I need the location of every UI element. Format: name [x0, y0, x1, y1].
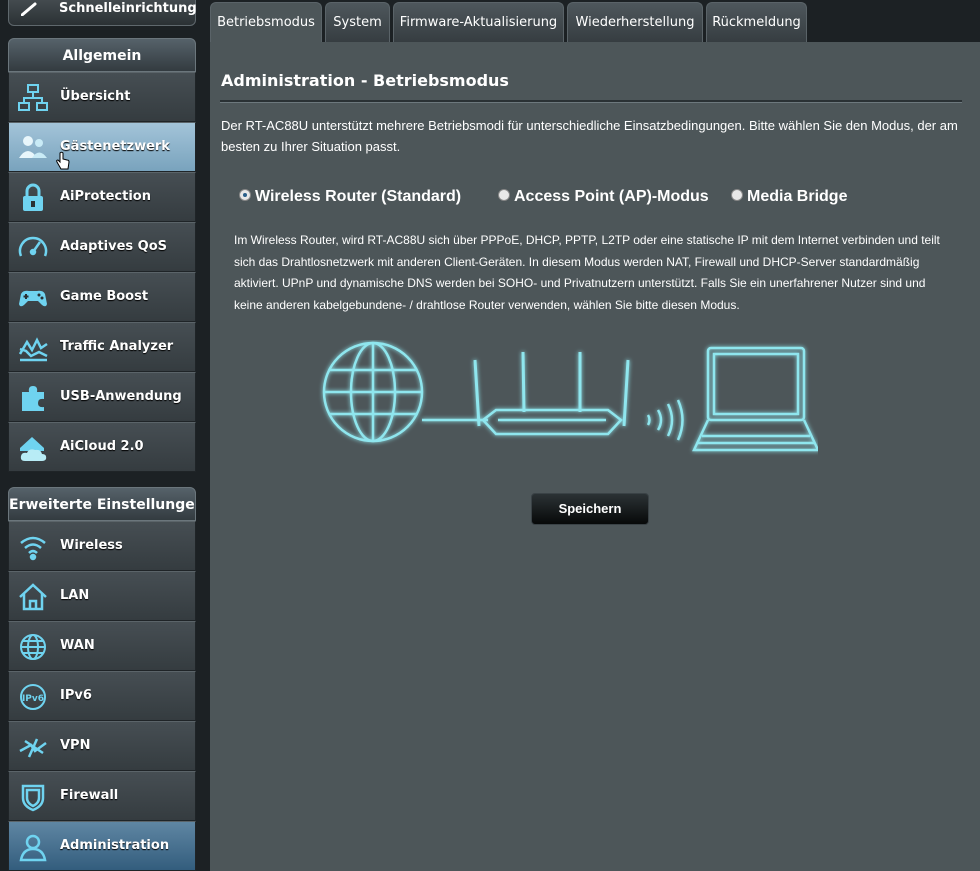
sidebar-item-label: Firewall	[60, 788, 119, 803]
sidebar-item-vpn[interactable]: VPN	[8, 721, 196, 771]
sidebar-item-lan[interactable]: LAN	[8, 571, 196, 621]
sidebar-item-label: AiProtection	[60, 189, 151, 204]
ipv6-icon: IPv6	[17, 681, 49, 713]
mode-media-bridge-option[interactable]: Media Bridge	[731, 188, 847, 212]
sidebar-item-overview[interactable]: Übersicht	[8, 72, 196, 122]
sidebar-item-label: Adaptives QoS	[60, 239, 168, 254]
sidebar-item-administration[interactable]: Administration	[8, 821, 196, 871]
sidebar-item-usb-application[interactable]: USB-Anwendung	[8, 372, 196, 422]
mode-label: Access Point (AP)-Modus	[514, 188, 709, 205]
traffic-analyzer-icon	[17, 332, 49, 364]
title-divider	[220, 100, 962, 103]
media-bridge-radio[interactable]	[731, 188, 743, 201]
sidebar-item-label: VPN	[60, 738, 91, 753]
tab-operation-mode[interactable]: Betriebsmodus	[210, 2, 322, 42]
sidebar-item-ipv6[interactable]: IPv6 IPv6	[8, 671, 196, 721]
sidebar-item-aicloud[interactable]: AiCloud 2.0	[8, 422, 196, 472]
cloud-home-icon	[17, 432, 49, 464]
sidebar-item-game-boost[interactable]: Game Boost	[8, 272, 196, 322]
mode-label: Media Bridge	[747, 188, 848, 205]
mode-access-point-option[interactable]: Access Point (AP)-Modus	[498, 188, 709, 212]
sidebar-item-adaptive-qos[interactable]: Adaptives QoS	[8, 222, 196, 272]
main-panel: Administration - Betriebsmodus Der RT-AC…	[210, 42, 980, 871]
wifi-icon	[17, 531, 49, 563]
sidebar-item-label: Gästenetzwerk	[60, 139, 170, 154]
page-title: Administration - Betriebsmodus	[221, 71, 509, 90]
globe-icon	[17, 631, 49, 663]
tab-restore[interactable]: Wiederherstellung	[567, 2, 703, 42]
speedometer-icon	[17, 232, 49, 264]
wand-icon	[20, 1, 39, 20]
general-menu: Allgemein Übersicht Gästenetzwerk AiProt…	[8, 38, 196, 472]
svg-text:IPv6: IPv6	[22, 694, 44, 704]
sidebar-item-label: Traffic Analyzer	[60, 339, 174, 354]
save-button[interactable]: Speichern	[531, 493, 649, 525]
access-point-radio[interactable]	[498, 188, 510, 201]
sidebar-item-wan[interactable]: WAN	[8, 621, 196, 671]
user-icon	[17, 831, 49, 863]
tab-feedback[interactable]: Rückmeldung	[706, 2, 807, 42]
sidebar-item-wireless[interactable]: Wireless	[8, 521, 196, 571]
mode-wireless-router-option[interactable]: Wireless Router (Standard)	[239, 188, 461, 212]
lock-icon	[17, 182, 49, 214]
network-map-icon	[17, 82, 49, 114]
wifi-signal-icon	[646, 399, 684, 441]
guest-network-icon	[17, 132, 49, 164]
router-mode-illustration	[318, 340, 820, 464]
vpn-icon	[17, 731, 49, 763]
quick-setup-label: Schnelleinrichtung	[59, 1, 197, 16]
sidebar-item-traffic-analyzer[interactable]: Traffic Analyzer	[8, 322, 196, 372]
sidebar-item-label: AiCloud 2.0	[60, 439, 144, 454]
laptop-icon	[692, 346, 820, 452]
router-icon	[473, 351, 630, 436]
sidebar-item-guest-network[interactable]: Gästenetzwerk	[8, 122, 196, 172]
sidebar-item-label: Administration	[60, 838, 170, 853]
sidebar-item-label: LAN	[60, 588, 90, 603]
quick-setup-button[interactable]: Schnelleinrichtung	[8, 0, 197, 26]
gamepad-icon	[17, 282, 49, 314]
intro-text: Der RT-AC88U unterstützt mehrere Betrieb…	[221, 118, 958, 154]
sidebar-item-aiprotection[interactable]: AiProtection	[8, 172, 196, 222]
sidebar-item-label: IPv6	[60, 688, 92, 703]
puzzle-icon	[17, 382, 49, 414]
tab-system[interactable]: System	[325, 2, 390, 42]
tab-firmware-upgrade[interactable]: Firmware-Aktualisierung	[393, 2, 564, 42]
globe-icon	[322, 341, 424, 443]
sidebar-item-label: USB-Anwendung	[60, 389, 182, 404]
mode-description: Im Wireless Router, wird RT-AC88U sich ü…	[234, 233, 940, 312]
sidebar-item-label: Game Boost	[60, 289, 149, 304]
advanced-header: Erweiterte Einstellungen	[8, 487, 196, 521]
mode-label: Wireless Router (Standard)	[255, 188, 462, 205]
shield-icon	[17, 781, 49, 813]
sidebar-item-label: Übersicht	[60, 89, 131, 104]
home-icon	[17, 581, 49, 613]
sidebar-item-label: WAN	[60, 638, 95, 653]
sidebar-item-firewall[interactable]: Firewall	[8, 771, 196, 821]
general-header: Allgemein	[8, 38, 196, 72]
sidebar-item-label: Wireless	[60, 538, 123, 553]
advanced-menu: Erweiterte Einstellungen Wireless LAN WA…	[8, 487, 196, 871]
wireless-router-radio[interactable]	[239, 188, 251, 201]
